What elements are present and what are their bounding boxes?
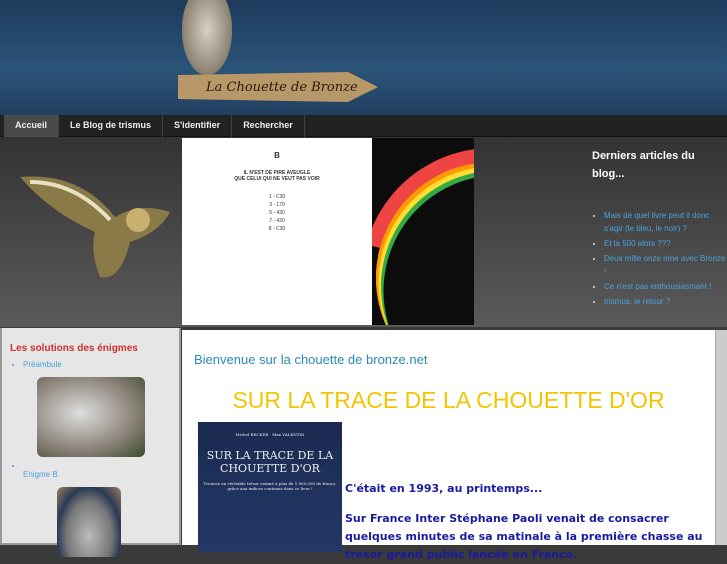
owl-thumbnail[interactable] (57, 487, 121, 557)
article-link[interactable]: trismus, le retour ? (604, 297, 670, 306)
main-content: Bienvenue sur la chouette de bronze.net … (182, 330, 715, 561)
paragraph: C'était en 1993, au printemps... (345, 482, 543, 495)
main-heading: SUR LA TRACE DE LA CHOUETTE D'OR (232, 387, 665, 413)
intro-text: C'était en 1993, au printemps... Sur Fra… (345, 480, 725, 564)
enigma-b-image: B IL N'EST DE PIRE AVEUGLE QUE CELUI QUI… (182, 138, 372, 325)
book-title: SUR LA TRACE DE LA CHOUETTE D'OR (206, 449, 334, 475)
book-cover-image: Michel BECKER · Max VALENTIN SUR LA TRAC… (198, 422, 342, 552)
nav-blog[interactable]: Le Blog de trismus (59, 115, 164, 137)
nav-accueil[interactable]: Accueil (4, 115, 60, 137)
main-nav: Accueil Le Blog de trismus S'identifier … (0, 115, 727, 137)
image-line: 8 - C30 (268, 226, 286, 232)
link-enigme-b[interactable]: Enigme B (23, 470, 58, 479)
article-link[interactable]: Et la 500 alors ??? (604, 239, 671, 248)
book-subtitle: Trouvez un véritable trésor estimé à plu… (203, 481, 337, 491)
paragraph: Sur France Inter Stéphane Paoli venait d… (345, 512, 703, 561)
latest-articles: Derniers articles du blog... Mais de que… (580, 137, 727, 327)
nav-login[interactable]: S'identifier (163, 115, 233, 137)
nav-search[interactable]: Rechercher (232, 115, 305, 137)
feature-band: B IL N'EST DE PIRE AVEUGLE QUE CELUI QUI… (0, 137, 727, 327)
owl-thumbnail[interactable] (37, 377, 145, 457)
welcome-title: Bienvenue sur la chouette de bronze.net (194, 352, 428, 367)
left-sidebar: Les solutions des énigmes Préambule Enig… (0, 328, 181, 557)
flying-owl-image (20, 176, 170, 278)
image-line: 1 - C30 (268, 194, 286, 200)
image-title-line2: QUE CELUI QUI NE VEUT PAS VOIR (234, 176, 320, 182)
header-banner: La Chouette de Bronze (0, 0, 727, 115)
scrollbar[interactable] (715, 330, 727, 545)
image-letter: B (274, 151, 280, 160)
article-link[interactable]: Deux mille onze rime avec Bronze ! (604, 254, 725, 276)
image-line: 7 - 420 (269, 218, 285, 224)
owl-image (182, 0, 232, 75)
article-link[interactable]: Ce n'est pas enthousiasmant ! (604, 282, 711, 291)
book-authors: Michel BECKER · Max VALENTIN (235, 432, 305, 437)
link-preambule[interactable]: Préambule (23, 360, 62, 369)
rainbow-image (372, 138, 474, 325)
solutions-title: Les solutions des énigmes (10, 343, 138, 354)
image-line: 5 - 430 (269, 210, 285, 216)
site-logo-sign[interactable]: La Chouette de Bronze (178, 72, 378, 102)
latest-articles-title: Derniers articles du blog... (592, 150, 695, 180)
image-line: 3 - 170 (269, 202, 285, 208)
article-link[interactable]: Mais de quel livre peut il donc s'agir (… (604, 211, 709, 233)
